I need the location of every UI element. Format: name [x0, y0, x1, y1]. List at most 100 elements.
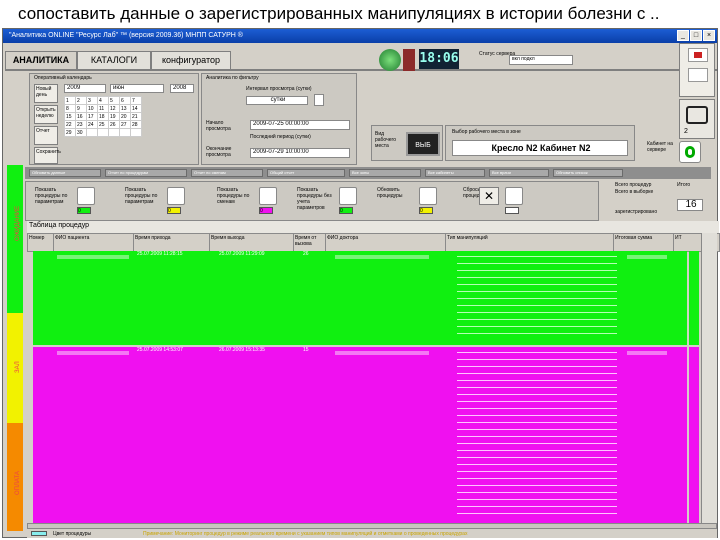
- doctor-name-cell: [335, 255, 429, 259]
- minimize-button[interactable]: _: [677, 30, 689, 41]
- start-field[interactable]: 2009-07-25 00:00:00: [250, 120, 350, 130]
- report-button[interactable]: Отчет: [34, 126, 58, 145]
- action-count: 0: [419, 207, 433, 214]
- strip-button[interactable]: Все кабинеты: [425, 169, 485, 177]
- column-header[interactable]: Номер: [27, 233, 54, 252]
- transfer-icon[interactable]: [688, 68, 708, 82]
- calendar-day[interactable]: 16: [75, 112, 87, 121]
- calendar-day[interactable]: 12: [108, 104, 120, 113]
- column-header[interactable]: Время от вызова: [293, 233, 326, 252]
- calendar-day[interactable]: [108, 128, 120, 137]
- column-header[interactable]: Время выхода: [209, 233, 294, 252]
- calendar-day[interactable]: 30: [75, 128, 87, 137]
- column-header[interactable]: Время прихода: [133, 233, 210, 252]
- strip-button[interactable]: Все врачи: [489, 169, 549, 177]
- calendar-day[interactable]: [130, 128, 142, 137]
- clear-filter-icon[interactable]: ✕: [479, 187, 499, 205]
- spin-icon[interactable]: [314, 94, 324, 106]
- maximize-button[interactable]: □: [690, 30, 702, 41]
- row-minutes: 15: [303, 347, 309, 353]
- action-icon[interactable]: [419, 187, 437, 205]
- horizontal-scrollbar[interactable]: [27, 523, 717, 529]
- interval-select[interactable]: сутки: [246, 96, 308, 105]
- calendar-day[interactable]: 18: [97, 112, 109, 121]
- workplace-select[interactable]: Кресло N2 Кабинет N2: [452, 140, 628, 156]
- year-select[interactable]: 2009: [64, 84, 106, 93]
- view-button[interactable]: ВЫБ: [406, 132, 440, 156]
- calendar-day[interactable]: 24: [86, 120, 98, 129]
- calendar-day[interactable]: 7: [130, 96, 142, 105]
- total-procedures-label: Всего процедур: [615, 182, 652, 188]
- server-icon[interactable]: [379, 49, 401, 71]
- calendar-day[interactable]: 13: [119, 104, 131, 113]
- params-group-label: Аналитика по фильтру: [206, 75, 259, 81]
- calendar-day[interactable]: 5: [108, 96, 120, 105]
- table-row-green[interactable]: 25.07.2009 11:28:15 25.07.2009 11:29:09 …: [33, 251, 687, 345]
- action-icon[interactable]: [259, 187, 277, 205]
- interval-label: Интервал просмотра (сутки): [246, 86, 312, 92]
- strip-button[interactable]: Отчет по сменам: [191, 169, 263, 177]
- calendar-day[interactable]: 2: [75, 96, 87, 105]
- tab-analytics[interactable]: АНАЛИТИКА: [5, 51, 77, 69]
- action-icon[interactable]: [339, 187, 357, 205]
- end-field[interactable]: 2009-07-29 10:00:00: [250, 148, 350, 158]
- close-button[interactable]: ×: [703, 30, 715, 41]
- print-panel: 2: [679, 99, 715, 139]
- calendar-day[interactable]: 20: [119, 112, 131, 121]
- calendar-day[interactable]: 11: [97, 104, 109, 113]
- tab-catalogs[interactable]: КАТАЛОГИ: [77, 51, 151, 69]
- calendar-day[interactable]: 10: [86, 104, 98, 113]
- refresh-icon[interactable]: [679, 141, 701, 163]
- strip-button[interactable]: Обновить данные: [29, 169, 101, 177]
- save-button[interactable]: Сохранить: [34, 147, 61, 164]
- calendar-day[interactable]: 25: [97, 120, 109, 129]
- calendar-day[interactable]: 28: [130, 120, 142, 129]
- new-day-button[interactable]: Новый день: [34, 84, 58, 103]
- calendar-day[interactable]: 4: [97, 96, 109, 105]
- strip-button[interactable]: Все зоны: [349, 169, 421, 177]
- calendar-day[interactable]: 9: [75, 104, 87, 113]
- calendar-day[interactable]: 8: [64, 104, 76, 113]
- calendar-day[interactable]: 21: [130, 112, 142, 121]
- strip-button[interactable]: Обновить список: [553, 169, 623, 177]
- calendar-day[interactable]: 23: [75, 120, 87, 129]
- calendar-day[interactable]: 17: [86, 112, 98, 121]
- year-select-right[interactable]: 2008: [170, 84, 194, 93]
- tab-configurator[interactable]: конфигуратор: [151, 51, 231, 69]
- action-icon[interactable]: [77, 187, 95, 205]
- calendar-day[interactable]: 6: [119, 96, 131, 105]
- calendar-day[interactable]: 29: [64, 128, 76, 137]
- close-box-icon[interactable]: [688, 48, 708, 62]
- column-header[interactable]: ФИО пациента: [53, 233, 134, 252]
- row-time-out: 25.07.2009 11:29:09: [219, 251, 265, 257]
- strip-button[interactable]: Отчет по процедурам: [105, 169, 187, 177]
- battery-icon: [403, 49, 415, 71]
- vertical-scrollbar[interactable]: [701, 233, 717, 523]
- calendar-day[interactable]: [119, 128, 131, 137]
- calendar-day[interactable]: [86, 128, 98, 137]
- status-bar: Цвет процедуры Примечание: Мониторинг пр…: [27, 530, 717, 538]
- open-week-button[interactable]: Открыть неделю: [34, 105, 58, 124]
- calendar-day[interactable]: 19: [108, 112, 120, 121]
- calendar-day[interactable]: 15: [64, 112, 76, 121]
- calendar-day[interactable]: 27: [119, 120, 131, 129]
- column-header[interactable]: ФИО доктора: [325, 233, 446, 252]
- calendar-day[interactable]: 1: [64, 96, 76, 105]
- action-icon[interactable]: [167, 187, 185, 205]
- calendar-day[interactable]: 22: [64, 120, 76, 129]
- column-header[interactable]: Тип манипуляций: [445, 233, 614, 252]
- action-icon[interactable]: [505, 187, 523, 205]
- calendar-day[interactable]: [97, 128, 109, 137]
- calendar-day[interactable]: 14: [130, 104, 142, 113]
- calendar-day[interactable]: 26: [108, 120, 120, 129]
- action-count: 0: [77, 207, 91, 214]
- printer-icon[interactable]: [686, 106, 708, 124]
- strip-button[interactable]: Общий отчет: [267, 169, 345, 177]
- calendar-day[interactable]: 3: [86, 96, 98, 105]
- month-select[interactable]: июн: [110, 84, 164, 93]
- action-label: Показать процедуры по параметрам: [35, 187, 68, 205]
- table-title-bar: Таблица процедур: [27, 221, 719, 233]
- calendar-grid[interactable]: 1 2 3 4 5 6 7 8 9 10 11 12 13 14 15 16 17 18 19 20 21 22 23 24 2…: [64, 96, 142, 137]
- column-header[interactable]: Итоговая сумма: [613, 233, 674, 252]
- table-row-pink[interactable]: 25.07.2009 14:53:07 26.07.2009 15:13:35 …: [33, 347, 687, 523]
